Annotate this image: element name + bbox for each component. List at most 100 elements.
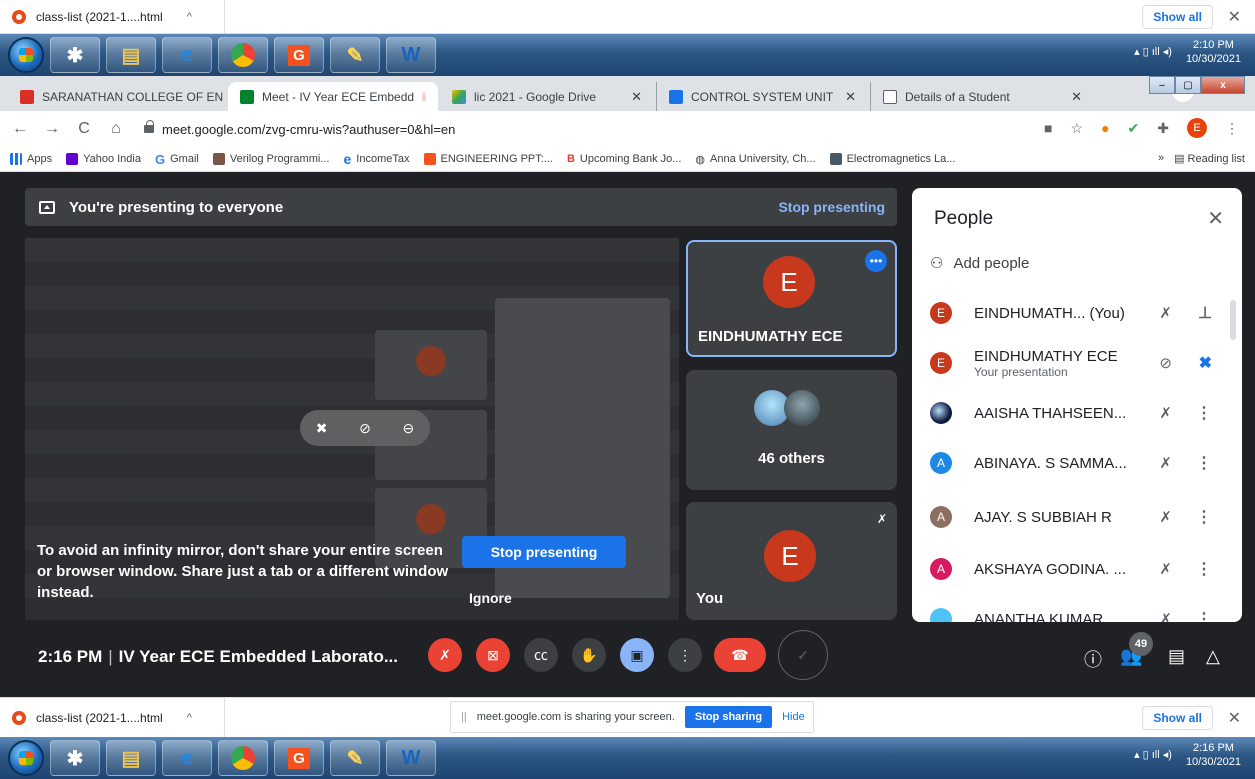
check-icon[interactable]: ✓ [778,630,828,680]
close-tab-icon[interactable]: ✕ [845,89,856,105]
bookmark-engineering[interactable]: ENGINEERING PPT:... [423,153,553,165]
presenter-tile[interactable]: ••• E EINDHUMATHY ECE [686,240,897,357]
more-icon[interactable]: ⋮ [1196,453,1212,473]
scrollbar[interactable] [1230,300,1236,340]
participant-row[interactable]: E EINDHUMATHY ECE Your presentation ⊘ ✖ [930,338,1230,388]
close-panel-icon[interactable]: ✕ [1207,206,1224,231]
stop-presenting-button[interactable]: Stop presenting [462,536,626,568]
download-item[interactable]: class-list (2021-1....html ^ [0,697,225,738]
bluetooth-icon[interactable]: ✱ [50,37,100,73]
unpin-icon[interactable]: ✖ [1199,353,1212,373]
tab-saranathan[interactable]: SARANATHAN COLLEGE OF EN ✕ [8,82,228,111]
leave-call-button[interactable]: ☎ [714,638,766,672]
more-icon[interactable]: ⋮ [1196,559,1212,579]
chevron-up-icon[interactable]: ^ [187,712,192,724]
camera-icon[interactable]: ■ [1044,120,1052,136]
more-icon[interactable]: ⋮ [1196,507,1212,527]
paint-icon[interactable]: ✎ [330,740,380,776]
captions-button[interactable]: ㏄ [524,638,558,672]
notepad-icon[interactable]: ▤ [106,37,156,73]
show-all-button[interactable]: Show all [1142,5,1213,29]
activities-icon[interactable]: △ [1206,646,1220,667]
menu-icon[interactable]: ⋮ [1225,120,1239,137]
bookmark-bank[interactable]: B Upcoming Bank Jo... [567,153,681,165]
more-options-button[interactable]: ⋮ [668,638,702,672]
close-icon[interactable]: ✕ [1228,7,1241,27]
start-button[interactable] [8,740,44,776]
tray-icons[interactable]: ▴ ▯ ıll ◂) [1134,748,1172,762]
bookmark-gmail[interactable]: G Gmail [155,152,199,167]
participant-row[interactable]: AAISHA THAHSEEN... ✗ ⋮ [930,388,1230,438]
add-people-button[interactable]: ⚇ Add people [930,254,1029,273]
camera-off-button[interactable]: ⊠ [476,638,510,672]
url-field[interactable]: meet.google.com/zvg-cmru-wis?authuser=0&… [140,115,1160,143]
bookmark-yahoo[interactable]: Yahoo India [66,153,141,165]
pdf-icon[interactable]: G [274,740,324,776]
chat-icon[interactable]: ▤ [1168,646,1185,667]
participant-row[interactable]: E EINDHUMATH... (You) ✗ ⊥ [930,288,1230,338]
participant-row[interactable]: ANANTHA KUMAR... ✗ ⋮ [930,594,1230,622]
internet-explorer-icon[interactable]: e [162,740,212,776]
word-icon[interactable]: W [386,740,436,776]
drag-handle-icon[interactable]: || [461,711,467,723]
tab-drive[interactable]: lic 2021 - Google Drive ✕ [440,82,654,111]
more-options-icon[interactable]: ••• [865,250,887,272]
remove-icon[interactable]: ⊖ [402,420,414,437]
pin-icon[interactable]: ⊥ [1198,303,1212,323]
more-bookmarks-icon[interactable]: » [1158,152,1164,165]
home-icon[interactable]: ⌂ [104,120,128,138]
tab-details-student[interactable]: Details of a Student ✕ [870,82,1094,111]
tray-icons[interactable]: ▴ ▯ ıll ◂) [1134,45,1172,59]
extension-badge-icon[interactable]: ● [1101,120,1109,136]
tab-control-system[interactable]: CONTROL SYSTEM UNIT 3,4 MA ✕ [656,82,868,111]
puzzle-icon[interactable]: ✚ [1157,120,1169,137]
mic-off-button[interactable]: ✗ [428,638,462,672]
stop-presenting-link[interactable]: Stop presenting [778,199,885,215]
star-icon[interactable]: ☆ [1071,120,1084,137]
close-tab-icon[interactable]: ✕ [631,89,642,105]
checkmark-extension-icon[interactable]: ✔ [1128,120,1140,137]
bookmark-apps[interactable]: Apps [10,153,52,165]
present-now-button[interactable]: ▣ [620,638,654,672]
raise-hand-button[interactable]: ✋ [572,638,606,672]
tab-meet[interactable]: Meet - IV Year ECE Embedd ✕ [228,82,438,111]
bookmark-incometax[interactable]: e IncomeTax [344,151,410,167]
pin-icon[interactable]: ✖ [316,420,328,437]
profile-avatar[interactable]: E [1187,118,1207,138]
bluetooth-icon[interactable]: ✱ [50,740,100,776]
reload-icon[interactable]: C [72,120,96,138]
meeting-details-icon[interactable]: ⓘ [1084,646,1102,672]
more-icon[interactable]: ⋮ [1196,609,1212,622]
download-item[interactable]: class-list (2021-1....html ^ [0,0,225,34]
chrome-icon[interactable] [218,740,268,776]
show-all-button[interactable]: Show all [1142,706,1213,730]
close-tab-icon[interactable]: ✕ [1071,89,1082,105]
participant-row[interactable]: A ABINAYA. S SAMMA... ✗ ⋮ [930,438,1230,488]
bookmark-verilog[interactable]: Verilog Programmi... [212,153,330,165]
word-icon[interactable]: W [386,37,436,73]
reading-list-button[interactable]: ▤ Reading list [1174,152,1245,165]
window-close-button[interactable]: x [1201,76,1245,94]
maximize-button[interactable]: ▢ [1175,76,1201,94]
chrome-icon[interactable] [218,37,268,73]
internet-explorer-icon[interactable]: e [162,37,212,73]
others-tile[interactable]: 46 others [686,370,897,490]
bookmark-anna[interactable]: ◍ Anna University, Ch... [695,153,815,166]
forward-icon[interactable]: → [40,120,64,138]
bookmark-electromagnetics[interactable]: Electromagnetics La... [829,153,955,165]
mute-icon[interactable]: ⊘ [359,420,371,437]
ignore-button[interactable]: Ignore [469,590,512,606]
participant-row[interactable]: A AJAY. S SUBBIAH R ✗ ⋮ [930,492,1230,542]
notepad-icon[interactable]: ▤ [106,740,156,776]
paint-icon[interactable]: ✎ [330,37,380,73]
chevron-up-icon[interactable]: ^ [187,11,192,23]
minimize-button[interactable]: – [1149,76,1175,94]
stop-sharing-button[interactable]: Stop sharing [684,706,773,728]
hide-button[interactable]: Hide [782,711,805,723]
back-icon[interactable]: ← [8,120,32,138]
close-icon[interactable]: ✕ [1228,708,1241,728]
start-button[interactable] [8,37,44,73]
more-icon[interactable]: ⋮ [1196,403,1212,423]
self-tile[interactable]: ✗ E You [686,502,897,620]
participant-row[interactable]: A AKSHAYA GODINA. ... ✗ ⋮ [930,544,1230,594]
